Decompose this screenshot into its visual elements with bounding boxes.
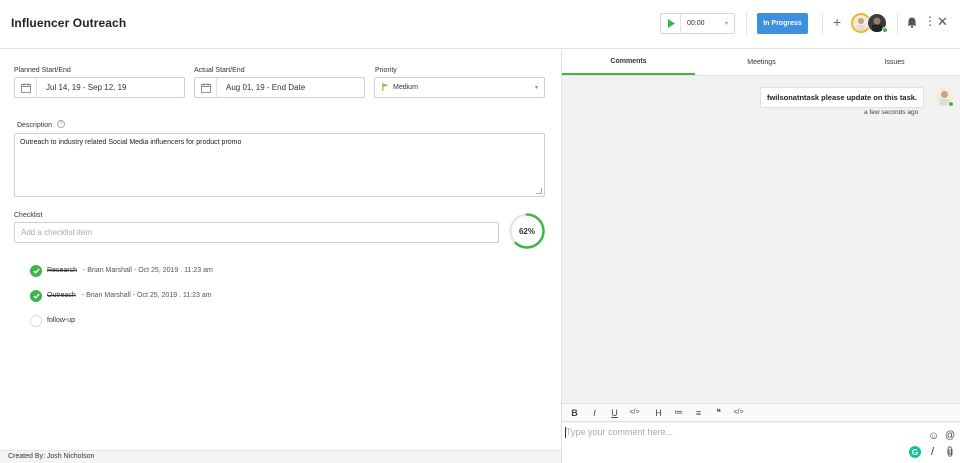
timer-control[interactable]: 00:00 ▾ (660, 13, 735, 34)
panel-tabs: Comments Meetings Issues (562, 50, 960, 76)
bell-icon[interactable] (907, 17, 917, 30)
activity-panel: Comments Meetings Issues fwilsonatntask … (561, 50, 960, 463)
priority-select[interactable]: Medium ▾ (374, 77, 545, 98)
code-block-icon[interactable]: </> (732, 406, 745, 419)
priority-value: Medium (393, 84, 418, 91)
checklist-item-title: follow-up (47, 317, 76, 324)
bold-icon[interactable]: B (568, 406, 581, 419)
checklist-item-meta: - Brian Marshall - Oct 25, 2019 . 11:23 … (82, 267, 213, 274)
tab-comments[interactable]: Comments (562, 50, 695, 75)
checklist-item[interactable]: follow-up (30, 314, 75, 327)
status-button[interactable]: In Progress (757, 13, 808, 34)
underline-icon[interactable]: U (608, 406, 621, 419)
online-indicator (948, 101, 954, 107)
resize-handle[interactable] (536, 188, 542, 194)
planned-label: Planned Start/End (14, 67, 71, 74)
code-icon[interactable]: </> (628, 406, 641, 419)
unchecked-circle-icon[interactable] (30, 314, 42, 327)
checklist-item-title: Outreach (47, 292, 76, 299)
created-by: Created By: Josh Nicholson (0, 450, 561, 463)
progress-percent: 62% (518, 226, 535, 236)
planned-date-value: Jul 14, 19 - Sep 12, 19 (46, 83, 127, 92)
timer-value: 00:00 (687, 20, 705, 27)
chevron-down-icon: ▾ (534, 85, 538, 91)
play-icon[interactable] (661, 14, 681, 33)
bullet-list-icon[interactable]: ≔ (672, 406, 685, 419)
actual-label: Actual Start/End (194, 67, 245, 74)
online-indicator (882, 27, 888, 33)
more-options-icon[interactable]: ⋮ (924, 15, 936, 27)
calendar-icon (15, 78, 37, 97)
description-text: Outreach to industry related Social Medi… (20, 139, 242, 146)
flag-icon (382, 82, 389, 93)
comment-placeholder: Type your comment here... (566, 427, 674, 437)
calendar-icon (195, 78, 217, 97)
checklist-label: Checklist (14, 212, 43, 219)
mention-icon[interactable]: @ (945, 430, 955, 441)
description-textarea[interactable]: Outreach to industry related Social Medi… (14, 133, 545, 197)
add-member-icon[interactable]: + (833, 15, 841, 29)
chevron-down-icon[interactable]: ▾ (725, 20, 728, 27)
divider (897, 12, 898, 35)
comment-bubble: fwilsonatntask please update on this tas… (760, 87, 924, 108)
italic-icon[interactable]: I (588, 406, 601, 419)
priority-label: Priority (375, 67, 397, 74)
checklist-item[interactable]: Outreach - Brian Marshall - Oct 25, 2019… (30, 289, 212, 302)
checklist-item[interactable]: Research - Brian Marshall - Oct 25, 2019… (30, 264, 213, 277)
comment-input[interactable]: Type your comment here... ☺ @ G / (562, 423, 960, 463)
quote-icon[interactable]: ❝ (712, 406, 725, 419)
check-icon[interactable] (30, 289, 42, 302)
comment-timestamp: a few seconds ago (864, 109, 919, 116)
description-label: Description (17, 122, 53, 129)
emoji-icon[interactable]: ☺ (928, 430, 939, 442)
numbered-list-icon[interactable]: ≡ (692, 406, 705, 419)
checklist-input[interactable]: Add a checklist item (14, 222, 499, 243)
header: Influencer Outreach 00:00 ▾ In Progress … (0, 0, 960, 49)
divider (822, 12, 823, 35)
check-icon[interactable] (30, 264, 42, 277)
grammarly-icon[interactable]: G (909, 446, 921, 458)
help-icon[interactable]: ? (57, 120, 65, 128)
tab-issues[interactable]: Issues (828, 50, 960, 75)
actual-date-value: Aug 01, 19 - End Date (226, 83, 306, 92)
heading-icon[interactable]: H (652, 406, 665, 419)
tab-meetings[interactable]: Meetings (695, 50, 828, 75)
slash-command-icon[interactable]: / (931, 446, 934, 458)
checklist-item-meta: - Brian Marshall - Oct 25, 2019 . 11:23 … (81, 292, 212, 299)
attachment-icon[interactable] (946, 446, 954, 460)
divider (746, 12, 747, 35)
checklist-item-title: Research (47, 267, 77, 274)
planned-date-field[interactable]: Jul 14, 19 - Sep 12, 19 (14, 77, 185, 98)
task-details: Planned Start/End Jul 14, 19 - Sep 12, 1… (0, 50, 561, 463)
page-title: Influencer Outreach (11, 16, 127, 30)
actual-date-field[interactable]: Aug 01, 19 - End Date (194, 77, 365, 98)
close-icon[interactable]: ✕ (937, 15, 948, 28)
editor-toolbar: B I U </> H ≔ ≡ ❝ </> (562, 403, 960, 422)
